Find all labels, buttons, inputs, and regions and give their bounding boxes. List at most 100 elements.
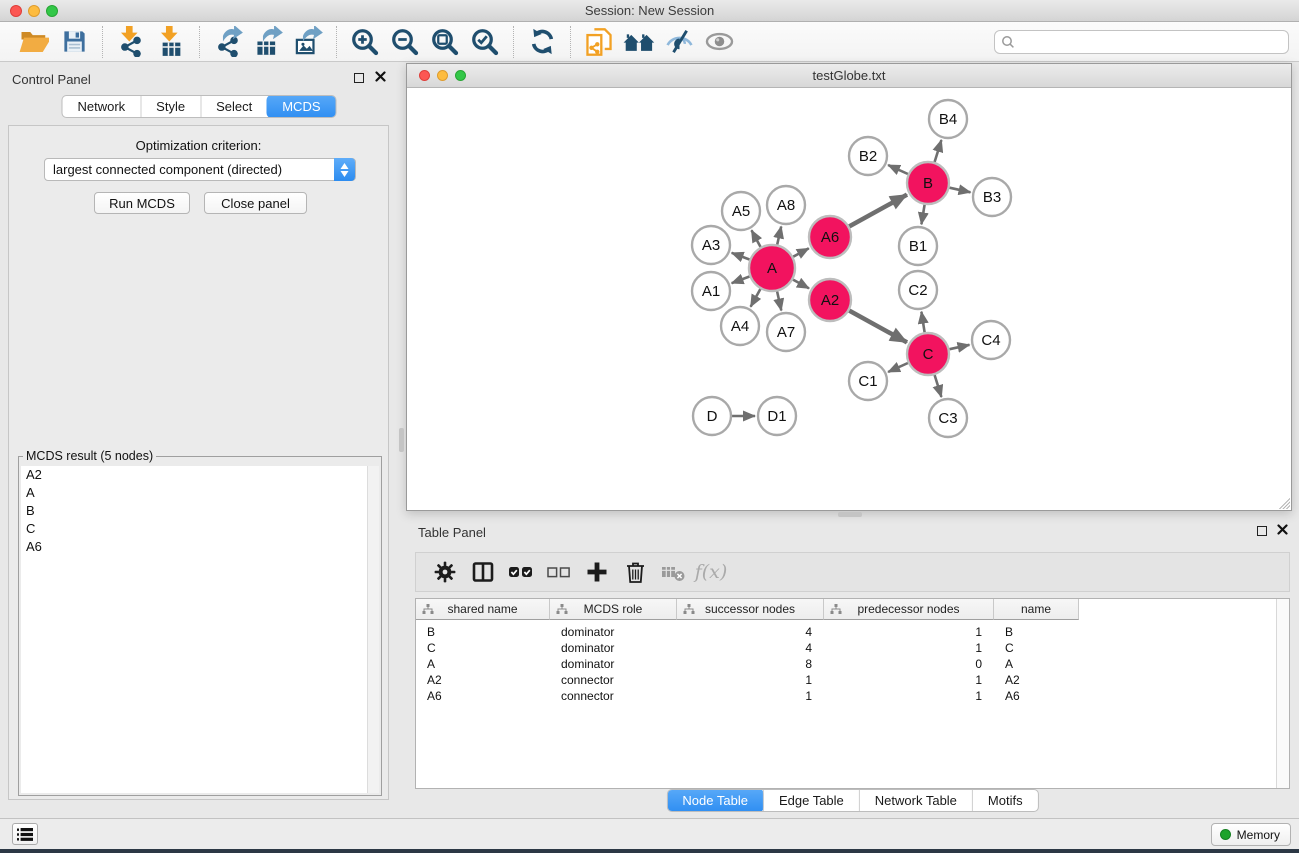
node-A[interactable]: A: [749, 245, 795, 291]
import-table-button[interactable]: [151, 25, 191, 59]
network-canvas[interactable]: B4B2BB3A5A8A6A3B1AA1C2A2A4A7C4CC1C3DD1: [407, 88, 1291, 510]
node-D1[interactable]: D1: [758, 397, 796, 435]
hide-selected-button[interactable]: [659, 25, 699, 59]
result-item[interactable]: C: [21, 520, 379, 538]
show-panel-list-button[interactable]: [12, 823, 38, 845]
edge-B-B3[interactable]: [950, 188, 971, 193]
column-header-successor-nodes[interactable]: successor nodes: [677, 599, 824, 620]
export-network-button[interactable]: [208, 25, 248, 59]
node-D[interactable]: D: [693, 397, 731, 435]
result-item[interactable]: B: [21, 502, 379, 520]
export-image-button[interactable]: [288, 25, 328, 59]
tab-node-table[interactable]: Node Table: [666, 789, 764, 812]
result-item[interactable]: A2: [21, 466, 379, 484]
clone-network-button[interactable]: [579, 25, 619, 59]
zoom-in-button[interactable]: [345, 25, 385, 59]
network-minimize-button[interactable]: [437, 70, 448, 81]
settings-button[interactable]: [428, 556, 462, 588]
edge-A-A1[interactable]: [732, 277, 750, 284]
table-row[interactable]: Adominator80A: [416, 656, 1079, 672]
tab-mcds[interactable]: MCDS: [266, 95, 336, 118]
edge-A-A8[interactable]: [777, 227, 781, 245]
search-input[interactable]: [994, 30, 1289, 54]
resize-grip[interactable]: [1277, 496, 1290, 509]
criterion-select[interactable]: largest connected component (directed): [44, 158, 356, 181]
zoom-selected-button[interactable]: [465, 25, 505, 59]
edge-A-A5[interactable]: [752, 230, 761, 247]
table-row[interactable]: A6connector11A6: [416, 688, 1079, 704]
close-panel-button[interactable]: Close panel: [204, 192, 307, 214]
export-table-button[interactable]: [248, 25, 288, 59]
node-A7[interactable]: A7: [767, 313, 805, 351]
close-panel-icon[interactable]: [375, 71, 386, 82]
node-A4[interactable]: A4: [721, 307, 759, 345]
refresh-button[interactable]: [522, 25, 562, 59]
edge-B-B1[interactable]: [921, 205, 924, 225]
edge-B-B2[interactable]: [888, 165, 908, 174]
vertical-splitter-handle[interactable]: [399, 428, 404, 452]
result-item[interactable]: A6: [21, 538, 379, 556]
tab-network-table[interactable]: Network Table: [859, 790, 972, 811]
edge-A2-C[interactable]: [849, 311, 907, 343]
node-C3[interactable]: C3: [929, 399, 967, 437]
node-B4[interactable]: B4: [929, 100, 967, 138]
table-close-panel-icon[interactable]: [1277, 524, 1288, 535]
table-row[interactable]: Bdominator41B: [416, 624, 1079, 640]
network-close-button[interactable]: [419, 70, 430, 81]
node-A1[interactable]: A1: [692, 272, 730, 310]
close-window-button[interactable]: [10, 5, 22, 17]
import-network-button[interactable]: [111, 25, 151, 59]
tab-motifs[interactable]: Motifs: [972, 790, 1038, 811]
table-scrollbar[interactable]: [1276, 599, 1289, 788]
minimize-window-button[interactable]: [28, 5, 40, 17]
node-A3[interactable]: A3: [692, 226, 730, 264]
zoom-fit-button[interactable]: [425, 25, 465, 59]
column-header-MCDS-role[interactable]: MCDS role: [550, 599, 677, 620]
node-B1[interactable]: B1: [899, 227, 937, 265]
node-C2[interactable]: C2: [899, 271, 937, 309]
edge-B-B4[interactable]: [935, 140, 942, 162]
deselect-all-button[interactable]: [542, 556, 576, 588]
edge-C-C3[interactable]: [935, 375, 942, 397]
tab-select[interactable]: Select: [200, 96, 267, 117]
edge-C-C2[interactable]: [921, 312, 924, 333]
edge-A-A3[interactable]: [732, 253, 750, 260]
node-C4[interactable]: C4: [972, 321, 1010, 359]
node-C[interactable]: C: [907, 333, 949, 375]
node-B[interactable]: B: [907, 162, 949, 204]
result-item[interactable]: A: [21, 484, 379, 502]
columns-button[interactable]: [466, 556, 500, 588]
home-button[interactable]: [619, 25, 659, 59]
edge-A-A6[interactable]: [793, 248, 809, 256]
node-B2[interactable]: B2: [849, 137, 887, 175]
edge-A-A4[interactable]: [751, 289, 761, 307]
edge-A-A2[interactable]: [793, 280, 809, 289]
table-float-panel-icon[interactable]: [1257, 526, 1267, 536]
select-all-button[interactable]: [504, 556, 538, 588]
table-row[interactable]: A2connector11A2: [416, 672, 1079, 688]
node-A5[interactable]: A5: [722, 192, 760, 230]
column-header-predecessor-nodes[interactable]: predecessor nodes: [824, 599, 994, 620]
memory-button[interactable]: Memory: [1211, 823, 1291, 846]
column-header-name[interactable]: name: [994, 599, 1079, 620]
edge-C-C4[interactable]: [950, 345, 970, 349]
table-row[interactable]: Cdominator41C: [416, 640, 1079, 656]
node-A2[interactable]: A2: [809, 279, 851, 321]
tab-edge-table[interactable]: Edge Table: [763, 790, 859, 811]
add-button[interactable]: [580, 556, 614, 588]
save-button[interactable]: [54, 25, 94, 59]
zoom-out-button[interactable]: [385, 25, 425, 59]
tab-network[interactable]: Network: [62, 96, 140, 117]
tab-style[interactable]: Style: [140, 96, 200, 117]
node-A8[interactable]: A8: [767, 186, 805, 224]
open-button[interactable]: [14, 25, 54, 59]
edge-C-C1[interactable]: [888, 363, 908, 372]
edge-A6-B[interactable]: [849, 195, 907, 227]
run-mcds-button[interactable]: Run MCDS: [94, 192, 190, 214]
edge-A-A7[interactable]: [777, 291, 781, 310]
node-A6[interactable]: A6: [809, 216, 851, 258]
float-panel-icon[interactable]: [354, 73, 364, 83]
delete-button[interactable]: [618, 556, 652, 588]
column-header-shared-name[interactable]: shared name: [416, 599, 550, 620]
maximize-window-button[interactable]: [46, 5, 58, 17]
